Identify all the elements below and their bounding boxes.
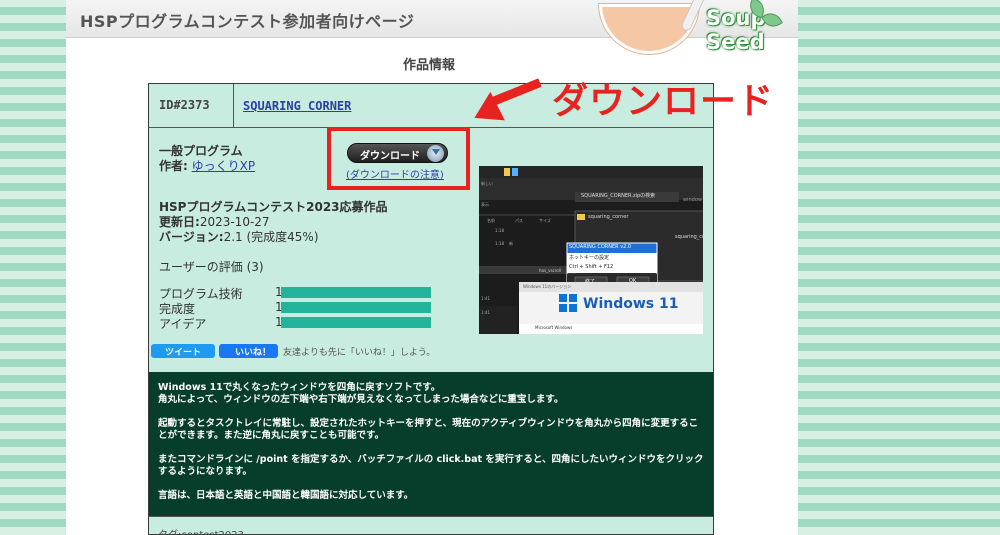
like-prompt: 友達よりも先に「いいね！」しよう。	[283, 348, 436, 358]
updated-date: 2023-10-27	[199, 215, 270, 229]
score-bar	[281, 287, 431, 298]
score-bar	[281, 317, 431, 328]
score-label: プログラム技術	[159, 287, 243, 301]
app-screenshot: SQUARING_CORNER.zipの検索 squaring_corner S…	[479, 166, 703, 334]
work-info-panel: ID#2373 SQUARING CORNER 一般プログラム 作者: ゆっくり…	[148, 83, 714, 535]
site-header: HSPプログラムコンテスト参加者向けページ Soup Seed	[66, 0, 798, 54]
screenshot-size-label: サイズ	[539, 218, 551, 223]
version-line: バージョン:2.1 (完成度45%)	[159, 228, 319, 245]
version-value: 2.1 (完成度45%)	[223, 230, 319, 244]
tweet-button[interactable]: ツイート	[151, 344, 215, 358]
work-title-link[interactable]: SQUARING CORNER	[243, 99, 351, 113]
screenshot-exit-button: 終了	[585, 279, 596, 285]
screenshot-timestamp: 1:18	[495, 241, 504, 246]
screenshot-ms-label: Microsoft Windows	[535, 325, 573, 330]
download-button-label: ダウンロード	[360, 151, 420, 162]
updated-label: 更新日:	[159, 215, 200, 229]
screenshot-bar-label: has_vscroll	[539, 268, 561, 273]
screenshot-window-label: window	[683, 197, 702, 203]
screenshot-folder: squaring_corner	[588, 214, 629, 220]
work-description: Windows 11で丸くなったウィンドウを四角に戻すソフトです。 角丸によって…	[149, 372, 713, 516]
score-bar	[281, 302, 431, 313]
screenshot-tab-label: 新しい	[481, 181, 493, 186]
screenshot-folder-label: 名前	[487, 218, 495, 223]
screenshot-hotkey-label: ホットキーの設定	[569, 255, 610, 261]
download-button[interactable]: ダウンロード	[347, 143, 448, 163]
description-paragraph: 言語は、日本語と英語と中国語と韓国語に対応しています。	[158, 490, 414, 501]
screenshot-dialog-title: SQUARING CORNER v2.0	[569, 244, 632, 250]
screenshot-hotkey-value: Ctrl + Shift + F12	[569, 264, 614, 270]
author-line: 作者: ゆっくりXP	[159, 157, 255, 174]
screenshot-menu-label: 表示	[481, 202, 489, 207]
download-highlight-box: ダウンロード (ダウンロードの注意)	[327, 127, 470, 190]
screenshot-search: SQUARING_CORNER.zipの検索	[581, 193, 656, 199]
screenshot-ok-button: OK	[629, 278, 637, 284]
download-disc-icon	[427, 145, 444, 162]
screenshot-col-label: パス	[515, 218, 523, 223]
description-paragraph: Windows 11で丸くなったウィンドウを四角に戻すソフトです。 角丸によって…	[158, 382, 564, 405]
author-label: 作者:	[159, 159, 188, 173]
screenshot-timestamp: 1:18	[495, 228, 504, 233]
score-label: 完成度	[159, 302, 196, 316]
like-button[interactable]: いいね！	[219, 344, 278, 358]
version-label: バージョン:	[159, 230, 224, 244]
annotation-label: ダウンロード	[552, 81, 775, 122]
description-paragraph: またコマンドラインに /point を指定するか、バッチファイルの click.…	[158, 454, 704, 477]
tweet-label: ツイート	[165, 348, 202, 358]
site-title[interactable]: HSPプログラムコンテスト参加者向けページ	[80, 8, 414, 32]
page-title: 作品情報	[403, 58, 456, 73]
screenshot-url: squaring_con	[675, 234, 703, 240]
screenshot-timestamp: 1:41	[481, 310, 490, 315]
screenshot-timestamp: 1:41	[481, 296, 490, 301]
screenshot-os-name: Windows 11	[583, 296, 679, 312]
download-notice-link[interactable]: (ダウンロードの注意)	[346, 166, 444, 181]
screenshot-caption: Windows 11のバージョン	[523, 284, 572, 289]
screenshot-item-label: 新	[509, 241, 513, 246]
score-row: アイデア 1	[159, 315, 431, 332]
rating-title: ユーザーの評価 (3)	[159, 260, 264, 274]
author-link[interactable]: ゆっくりXP	[192, 159, 255, 173]
like-label: いいね！	[235, 348, 272, 358]
tag-row[interactable]: タグ:contest2023	[149, 516, 713, 535]
description-paragraph: 起動するとタスクトレイに常駐し、設定されたホットキーを押すと、現在のアクティブウ…	[158, 418, 699, 441]
score-label: アイデア	[159, 317, 207, 331]
work-id: ID#2373	[149, 84, 234, 127]
